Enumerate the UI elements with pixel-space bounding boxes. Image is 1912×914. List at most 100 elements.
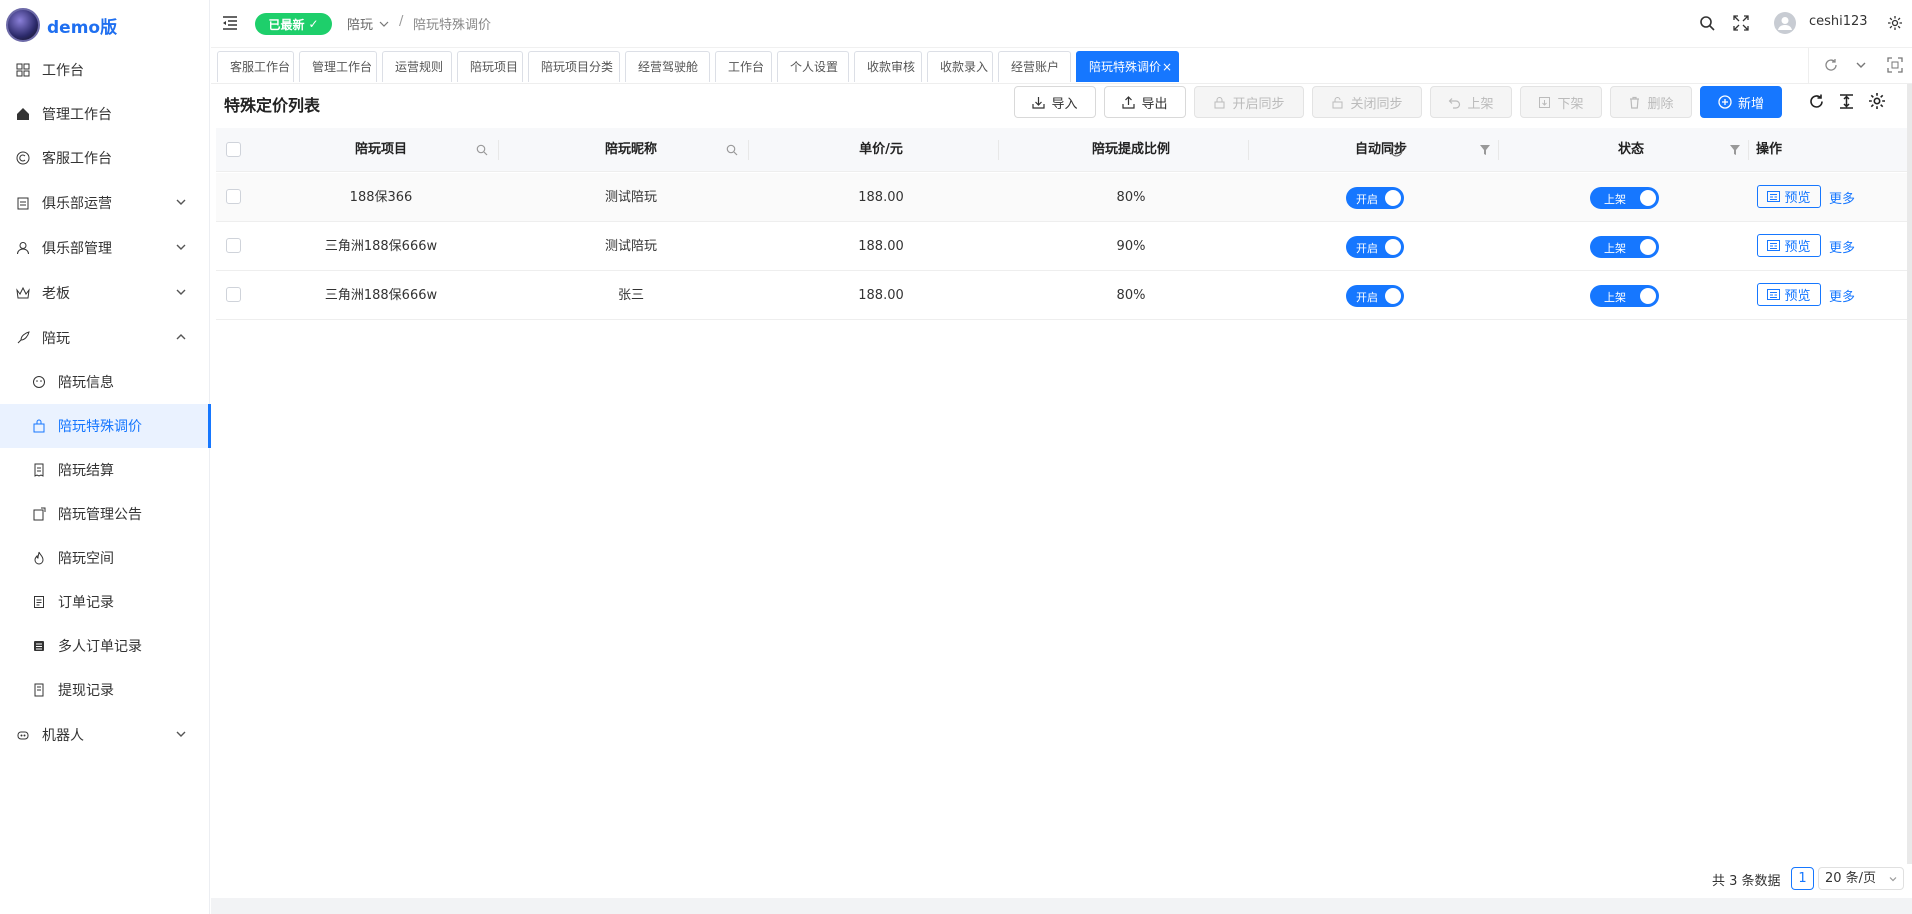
search-icon[interactable] [1699,15,1715,31]
tab-companion-items[interactable]: 陪玩项目 [457,51,523,82]
preview-button[interactable]: 预览 [1757,283,1821,306]
chevron-down-icon[interactable] [378,18,390,30]
horizontal-scrollbar[interactable] [211,898,1912,914]
preview-icon [1767,240,1781,251]
fullscreen-icon[interactable] [1733,15,1749,31]
rocket-icon [14,329,32,347]
tab-service-workbench[interactable]: 客服工作台 [217,51,294,82]
chevron-down-icon[interactable] [1854,58,1868,72]
tab-admin-workbench[interactable]: 管理工作台 [299,51,377,82]
sync-toggle[interactable]: 开启 [1346,187,1404,209]
table-row[interactable]: 三角洲188保666w 测试陪玩 188.00 90% 开启 上架 预览 更多 [216,222,1908,271]
sidebar-item-withdraw[interactable]: 提现记录 [0,668,210,712]
gear-icon[interactable] [1887,15,1903,31]
refresh-icon[interactable] [1824,58,1838,72]
preview-button[interactable]: 预览 [1757,234,1821,257]
column-height-icon[interactable] [1838,93,1855,110]
sidebar-item-robot[interactable]: 机器人 [0,713,210,757]
add-button[interactable]: 新增 [1700,86,1782,118]
sidebar-item-workbench[interactable]: 工作台 [0,48,210,92]
more-link[interactable]: 更多 [1829,237,1855,256]
more-link[interactable]: 更多 [1829,188,1855,207]
page-title: 特殊定价列表 [224,96,321,115]
user-avatar-icon [1778,17,1792,30]
status-toggle[interactable]: 上架 [1590,187,1659,209]
tab-item-category[interactable]: 陪玩项目分类 [528,51,620,82]
sidebar-item-label: 多人订单记录 [58,639,142,655]
filter-icon[interactable] [1729,144,1741,156]
username[interactable]: ceshi123 [1809,14,1868,29]
search-icon[interactable] [726,144,738,156]
export-icon [1122,95,1136,109]
filter-icon[interactable] [1479,144,1491,156]
sidebar-item-companion[interactable]: 陪玩 [0,316,210,360]
tab-account[interactable]: 经营账户 [998,51,1071,82]
unshelve-button[interactable]: 下架 [1520,86,1602,118]
sync-toggle[interactable]: 开启 [1346,236,1404,258]
receipt-icon [30,461,48,479]
disable-sync-button[interactable]: 关闭同步 [1312,86,1422,118]
table-row[interactable]: 三角洲188保666w 张三 188.00 80% 开启 上架 预览 更多 [216,271,1908,320]
info-icon[interactable] [1390,144,1403,157]
preview-button[interactable]: 预览 [1757,185,1821,208]
notice-icon [30,505,48,523]
close-icon[interactable]: × [1162,52,1172,82]
chevron-down-icon [176,199,186,205]
avatar[interactable] [1774,12,1796,34]
sidebar-item-club-management[interactable]: 俱乐部管理 [0,226,210,270]
sidebar-item-admin-workbench[interactable]: 管理工作台 [0,92,210,136]
page-number-button[interactable]: 1 [1791,867,1814,890]
reload-icon[interactable] [1808,93,1825,110]
search-icon[interactable] [476,144,488,156]
tab-payment-review[interactable]: 收款审核 [854,51,922,82]
sidebar-item-companion-info[interactable]: 陪玩信息 [0,360,210,404]
tab-payment-entry[interactable]: 收款录入 [927,51,993,82]
unlock-icon [1332,96,1343,108]
sidebar-item-boss[interactable]: 老板 [0,271,210,315]
status-toggle[interactable]: 上架 [1590,285,1659,307]
enable-sync-button[interactable]: 开启同步 [1194,86,1304,118]
delete-button[interactable]: 删除 [1610,86,1692,118]
breadcrumb-parent[interactable]: 陪玩 [347,14,373,33]
table-row[interactable]: 188保366 测试陪玩 188.00 80% 开启 上架 预览 更多 [216,173,1908,222]
row-checkbox[interactable] [226,287,241,302]
maximize-icon[interactable] [1887,57,1903,73]
sidebar-item-label: 俱乐部管理 [42,241,112,257]
more-link[interactable]: 更多 [1829,286,1855,305]
sidebar-item-label: 陪玩管理公告 [58,507,142,523]
tab-special-pricing[interactable]: 陪玩特殊调价 × [1076,51,1179,82]
toggle-knob [1385,190,1401,206]
shelve-button[interactable]: 上架 [1430,86,1512,118]
top-header: 已最新 ✓ 陪玩 / 陪玩特殊调价 ceshi123 [211,0,1912,48]
pagination-total: 共 3 条数据 [1712,874,1781,889]
export-button[interactable]: 导出 [1104,86,1186,118]
tab-workbench[interactable]: 工作台 [715,51,772,82]
sidebar-item-notice[interactable]: 陪玩管理公告 [0,492,210,536]
sidebar-item-special-pricing[interactable]: 陪玩特殊调价 [0,404,211,448]
tab-cockpit[interactable]: 经营驾驶舱 [625,51,710,82]
sidebar-item-service-workbench[interactable]: 客服工作台 [0,136,210,180]
row-checkbox[interactable] [226,189,241,204]
calendar-icon [14,194,32,212]
sync-toggle[interactable]: 开启 [1346,285,1404,307]
sidebar-item-multi-orders[interactable]: 多人订单记录 [0,624,210,668]
col-header-ratio: 陪玩提成比例 [1091,142,1170,157]
crown-icon [14,284,32,302]
sidebar-item-club-operation[interactable]: 俱乐部运营 [0,181,210,225]
sidebar-item-orders[interactable]: 订单记录 [0,580,210,624]
tab-rules[interactable]: 运营规则 [382,51,452,82]
select-all-checkbox[interactable] [226,142,241,157]
import-button[interactable]: 导入 [1014,86,1096,118]
chevron-down-icon [176,731,186,737]
sidebar-item-settlement[interactable]: 陪玩结算 [0,448,210,492]
page-size-select[interactable]: 20 条/页 [1818,867,1904,890]
page-size-label: 20 条/页 [1825,871,1877,886]
sidebar-item-space[interactable]: 陪玩空间 [0,536,210,580]
menu-fold-icon[interactable] [222,15,238,31]
cell-price: 188.00 [858,288,904,303]
row-checkbox[interactable] [226,238,241,253]
tab-personal-settings[interactable]: 个人设置 [777,51,849,82]
status-toggle[interactable]: 上架 [1590,236,1659,258]
settings-icon[interactable] [1868,92,1886,110]
vertical-scrollbar[interactable] [1907,84,1912,864]
